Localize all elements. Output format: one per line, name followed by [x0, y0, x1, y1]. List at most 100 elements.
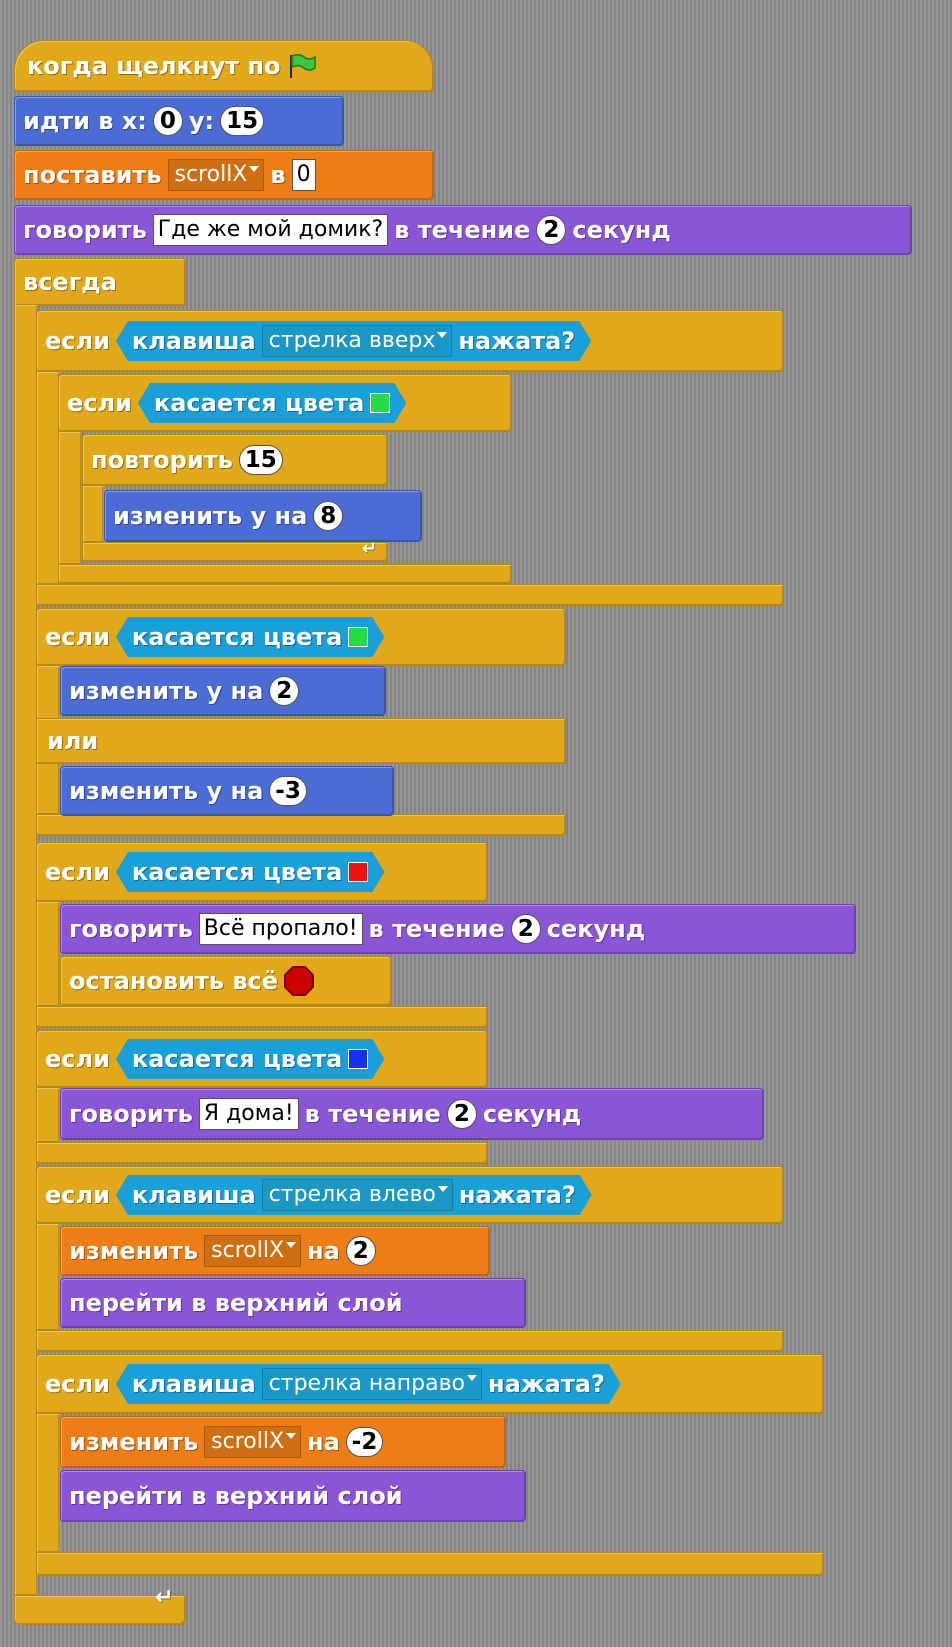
repeat-bottom	[82, 542, 388, 562]
change-value-input[interactable]: -2	[345, 1427, 384, 1457]
if1-bottom	[36, 584, 784, 606]
touching-color-sensor[interactable]: касается цвета	[116, 852, 384, 892]
repeat-block[interactable]: повторить 15	[82, 434, 388, 486]
variable-dropdown[interactable]: scrollX	[167, 159, 265, 191]
if3-arm	[36, 902, 60, 1006]
key-dropdown[interactable]: стрелка направо	[262, 1368, 482, 1400]
color-swatch[interactable]	[370, 393, 390, 413]
say-text-input[interactable]: Всё пропало!	[198, 913, 363, 945]
if-touching-red-block[interactable]: если касается цвета	[36, 842, 488, 902]
variable-dropdown[interactable]: scrollX	[204, 1426, 302, 1458]
change-y-block[interactable]: изменить y на 2	[60, 666, 386, 716]
if-label: если	[45, 327, 110, 355]
green-flag-icon	[289, 53, 316, 78]
say-for-secs-block[interactable]: говорить Я дома! в течение 2 секунд	[60, 1088, 764, 1140]
change-y-block[interactable]: изменить y на -3	[60, 766, 394, 816]
by-label: на	[307, 1237, 340, 1265]
if-touching-blue-block[interactable]: если касается цвета	[36, 1030, 488, 1088]
if-key-left-block[interactable]: если клавиша стрелка влево нажата?	[36, 1166, 784, 1224]
secs-input[interactable]: 2	[536, 215, 567, 245]
change-value-input[interactable]: 2	[345, 1236, 376, 1266]
if-label: если	[45, 1045, 110, 1073]
if1-arm	[36, 372, 60, 584]
key-pressed-sensor[interactable]: клавиша стрелка вверх нажата?	[116, 321, 591, 361]
secs-input[interactable]: 2	[510, 914, 541, 944]
touching-color-sensor[interactable]: касается цвета	[116, 617, 384, 657]
goto-xy-block[interactable]: идти в x: 0 y: 15	[14, 96, 344, 146]
key-label: клавиша	[131, 1370, 256, 1398]
loop-arrow-icon: ↵	[155, 1585, 174, 1610]
if2-bottom	[36, 814, 566, 836]
secs-unit-label: секунд	[572, 216, 671, 244]
color-swatch[interactable]	[348, 627, 368, 647]
key-dropdown[interactable]: стрелка влево	[262, 1179, 453, 1211]
change-y-block[interactable]: изменить y на 8	[104, 490, 422, 542]
to-label: в	[270, 161, 286, 189]
color-swatch[interactable]	[348, 862, 368, 882]
say-for-secs-block[interactable]: говорить Всё пропало! в течение 2 секунд	[60, 904, 856, 954]
say-text-input[interactable]: Я дома!	[198, 1098, 299, 1130]
change-variable-block[interactable]: изменить scrollX на -2	[60, 1416, 506, 1468]
pressed-label: нажата?	[488, 1370, 605, 1398]
key-pressed-sensor[interactable]: клавиша стрелка направо нажата?	[116, 1364, 621, 1404]
change-y-input[interactable]: -3	[269, 776, 307, 806]
key-label: клавиша	[131, 1181, 256, 1209]
repeat-count-input[interactable]: 15	[238, 445, 283, 475]
go-to-front-block[interactable]: перейти в верхний слой	[60, 1470, 526, 1522]
touching-color-sensor[interactable]: касается цвета	[116, 1039, 384, 1079]
touching-color-label: касается цвета	[131, 623, 343, 651]
y-input[interactable]: 15	[220, 106, 265, 136]
hat-label: когда щелкнут по	[27, 52, 281, 80]
for-label: в течение	[304, 1100, 441, 1128]
stop-all-block[interactable]: остановить всё	[60, 956, 392, 1006]
change-y-input[interactable]: 8	[313, 501, 344, 531]
key-pressed-sensor[interactable]: клавиша стрелка влево нажата?	[116, 1175, 592, 1215]
color-swatch[interactable]	[348, 1049, 368, 1069]
x-input[interactable]: 0	[152, 106, 183, 136]
go-to-front-label: перейти в верхний слой	[69, 1289, 403, 1317]
secs-input[interactable]: 2	[446, 1099, 477, 1129]
say-text-input[interactable]: Где же мой домик?	[152, 214, 389, 246]
variable-dropdown[interactable]: scrollX	[204, 1235, 302, 1267]
if-label: если	[45, 1181, 110, 1209]
if1a-bottom	[58, 564, 512, 584]
else-label: или	[47, 727, 99, 755]
key-dropdown[interactable]: стрелка вверх	[262, 325, 453, 357]
forever-block[interactable]: всегда	[14, 258, 186, 306]
if3-bottom	[36, 1006, 488, 1028]
if4-bottom	[36, 1142, 488, 1164]
key-label: клавиша	[131, 327, 256, 355]
else-row[interactable]: или	[36, 718, 566, 764]
if-else-touching-green-block[interactable]: если касается цвета	[36, 608, 566, 666]
touching-color-sensor[interactable]: касается цвета	[138, 383, 406, 423]
set-label: поставить	[23, 161, 162, 189]
stop-sign-icon	[284, 966, 315, 996]
if6-bottom	[36, 1552, 824, 1576]
change-y-input[interactable]: 2	[269, 676, 300, 706]
touching-color-label: касается цвета	[131, 1045, 343, 1073]
secs-unit-label: секунд	[482, 1100, 582, 1128]
change-variable-block[interactable]: изменить scrollX на 2	[60, 1226, 490, 1276]
change-label: изменить	[69, 1428, 199, 1456]
if1a-arm	[58, 432, 82, 564]
if5-bottom	[36, 1330, 784, 1352]
for-label: в течение	[368, 915, 505, 943]
set-value-input[interactable]: 0	[291, 159, 316, 191]
forever-arm	[14, 305, 38, 1595]
if-touching-green-block[interactable]: если касается цвета	[58, 374, 512, 432]
go-to-front-block[interactable]: перейти в верхний слой	[60, 1278, 526, 1328]
go-to-front-label: перейти в верхний слой	[69, 1482, 403, 1510]
set-variable-block[interactable]: поставить scrollX в 0	[14, 150, 434, 200]
change-y-label: изменить y на	[113, 502, 308, 530]
when-flag-clicked-block[interactable]: когда щелкнут по	[14, 40, 434, 92]
change-y-label: изменить y на	[69, 777, 264, 805]
if4-arm	[36, 1088, 60, 1142]
if6-arm	[36, 1414, 60, 1552]
if-key-right-block[interactable]: если клавиша стрелка направо нажата?	[36, 1354, 824, 1414]
y-label: y:	[188, 107, 215, 135]
change-y-label: изменить y на	[69, 677, 264, 705]
change-label: изменить	[69, 1237, 199, 1265]
say-for-secs-block[interactable]: говорить Где же мой домик? в течение 2 с…	[14, 205, 912, 255]
if-key-up-block[interactable]: если клавиша стрелка вверх нажата?	[36, 310, 784, 372]
goto-label: идти в x:	[23, 107, 147, 135]
